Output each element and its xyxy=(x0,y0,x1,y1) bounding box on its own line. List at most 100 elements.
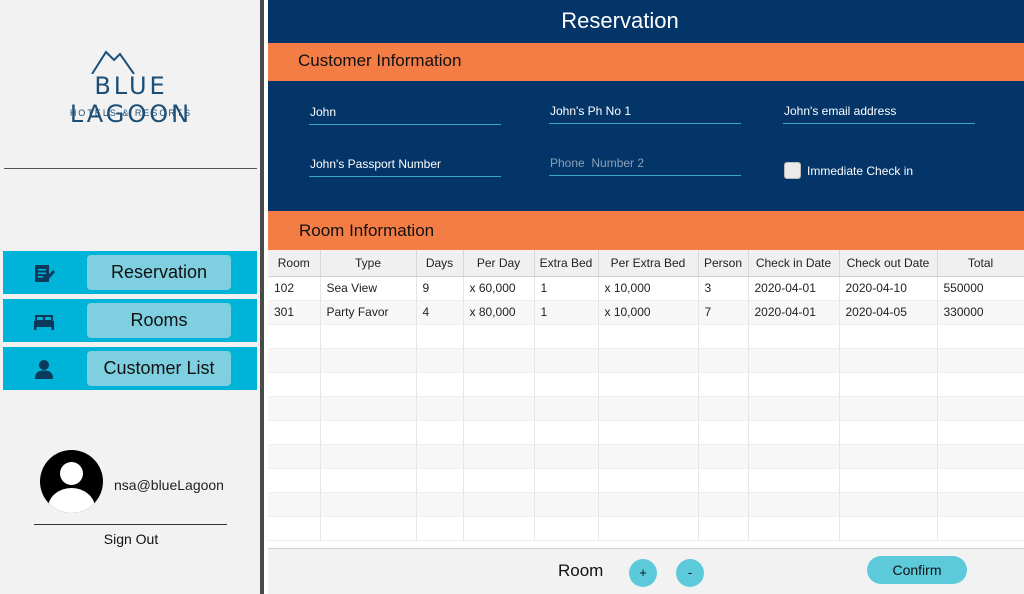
table-cell xyxy=(839,516,938,541)
empty-table-row xyxy=(268,492,1024,517)
table-cell xyxy=(463,396,535,421)
table-cell xyxy=(416,372,464,397)
table-cell xyxy=(534,372,599,397)
confirm-button[interactable]: Confirm xyxy=(867,556,967,584)
table-cell: 1 xyxy=(534,276,599,301)
table-cell: 2020-04-05 xyxy=(839,300,938,325)
sidebar-item-label[interactable]: Customer List xyxy=(87,351,231,386)
add-room-button[interactable]: + xyxy=(629,559,657,587)
table-cell xyxy=(937,396,1024,421)
customer-information-header: Customer Information xyxy=(268,43,1024,81)
table-cell xyxy=(937,348,1024,373)
column-header[interactable]: Check in Date xyxy=(748,250,840,277)
table-cell xyxy=(268,420,321,445)
passport-field xyxy=(309,153,501,177)
table-cell: 2020-04-01 xyxy=(748,276,840,301)
sidebar-item-label[interactable]: Reservation xyxy=(87,255,231,290)
column-header[interactable]: Per Day xyxy=(463,250,535,277)
column-header[interactable]: Days xyxy=(416,250,464,277)
table-cell xyxy=(416,444,464,469)
table-cell xyxy=(937,492,1024,517)
table-cell xyxy=(463,348,535,373)
sidebar-item-label[interactable]: Rooms xyxy=(87,303,231,338)
table-cell: x 10,000 xyxy=(598,276,699,301)
sidebar-item-reservation[interactable]: Reservation xyxy=(3,251,257,294)
sign-out-link[interactable]: Sign Out xyxy=(90,531,172,547)
table-cell xyxy=(534,324,599,349)
table-cell xyxy=(416,348,464,373)
table-cell xyxy=(416,516,464,541)
empty-table-row xyxy=(268,516,1024,541)
table-cell xyxy=(937,324,1024,349)
table-cell: 7 xyxy=(698,300,749,325)
table-cell: 9 xyxy=(416,276,464,301)
phone-1-input[interactable] xyxy=(549,100,741,122)
table-cell xyxy=(937,468,1024,493)
table-cell xyxy=(463,516,535,541)
table-cell xyxy=(839,396,938,421)
column-header[interactable]: Type xyxy=(320,250,417,277)
username: nsa@blueLagoon xyxy=(114,477,224,493)
column-header[interactable]: Check out Date xyxy=(839,250,938,277)
immediate-checkin-checkbox[interactable] xyxy=(784,162,801,179)
table-cell: 102 xyxy=(268,276,321,301)
table-cell xyxy=(463,468,535,493)
table-cell xyxy=(320,492,417,517)
table-cell: x 80,000 xyxy=(463,300,535,325)
column-header[interactable]: Room xyxy=(268,250,321,277)
column-header[interactable]: Per Extra Bed xyxy=(598,250,699,277)
table-cell: 4 xyxy=(416,300,464,325)
table-cell: 2020-04-10 xyxy=(839,276,938,301)
table-cell xyxy=(598,348,699,373)
table-cell xyxy=(534,492,599,517)
empty-table-row xyxy=(268,444,1024,469)
empty-table-row xyxy=(268,372,1024,397)
table-cell xyxy=(839,468,938,493)
sidebar-divider xyxy=(4,168,257,169)
column-header[interactable]: Total xyxy=(937,250,1024,277)
name-input[interactable] xyxy=(309,101,501,123)
edit-document-icon xyxy=(33,262,55,284)
table-cell xyxy=(698,372,749,397)
table-body: 102 Sea View 9 x 60,000 1 x 10,000 3 2020-04-01… xyxy=(268,276,1024,541)
table-cell xyxy=(698,444,749,469)
table-cell xyxy=(268,516,321,541)
table-row[interactable]: 102 Sea View 9 x 60,000 1 x 10,000 3 2020-04-01… xyxy=(268,276,1024,301)
table-cell xyxy=(320,444,417,469)
immediate-checkin-label: Immediate Check in xyxy=(807,164,914,178)
phone-1-field xyxy=(549,100,741,124)
table-cell xyxy=(268,324,321,349)
table-cell xyxy=(534,468,599,493)
table-cell xyxy=(268,444,321,469)
table-cell: 330000 xyxy=(937,300,1024,325)
column-header[interactable]: Extra Bed xyxy=(534,250,599,277)
room-footer: Room + - Confirm xyxy=(268,548,1024,594)
email-input[interactable] xyxy=(783,100,975,122)
table-cell xyxy=(534,396,599,421)
table-cell: 3 xyxy=(698,276,749,301)
table-cell xyxy=(598,444,699,469)
title-bar: Reservation xyxy=(268,0,1024,43)
table-cell xyxy=(534,444,599,469)
table-cell xyxy=(698,396,749,421)
remove-room-button[interactable]: - xyxy=(676,559,704,587)
table-row[interactable]: 301 Party Favor 4 x 80,000 1 x 10,000 7 2020-04… xyxy=(268,300,1024,325)
table-cell xyxy=(937,516,1024,541)
table-cell xyxy=(748,420,840,445)
logo-tagline: HOTELS & RESORTS xyxy=(69,108,193,118)
table-cell xyxy=(463,324,535,349)
table-cell xyxy=(268,348,321,373)
roof-logo-icon xyxy=(91,50,135,74)
sidebar-item-customer-list[interactable]: Customer List xyxy=(3,347,257,390)
table-cell xyxy=(748,516,840,541)
table-cell xyxy=(463,420,535,445)
column-header[interactable]: Person xyxy=(698,250,749,277)
room-information-header: Room Information xyxy=(268,211,1024,250)
passport-input[interactable] xyxy=(309,153,501,175)
empty-table-row xyxy=(268,420,1024,445)
table-cell: Sea View xyxy=(320,276,417,301)
sidebar-item-rooms[interactable]: Rooms xyxy=(3,299,257,342)
table-cell xyxy=(320,372,417,397)
phone-2-input[interactable] xyxy=(549,152,741,174)
table-cell xyxy=(416,420,464,445)
